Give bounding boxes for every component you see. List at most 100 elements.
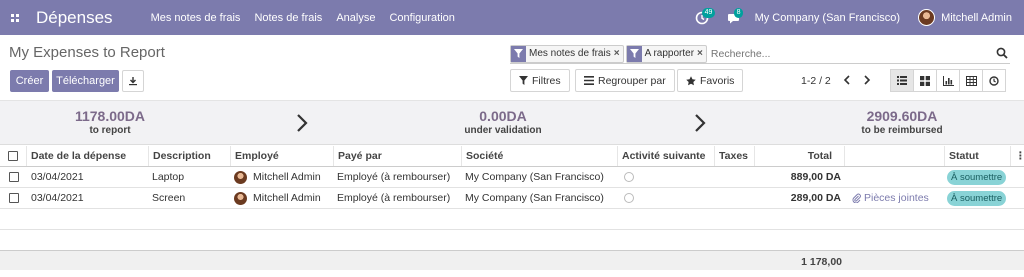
- list-icon: [897, 76, 907, 85]
- summary-to-be-reimbursed-amount: 2909.60DA: [866, 108, 938, 124]
- summary-under-validation-label: under validation: [464, 125, 542, 136]
- group-by-label: Regrouper par: [598, 74, 666, 87]
- avatar: [234, 191, 247, 205]
- table-row[interactable]: 03/04/2021 Laptop Mitchell Admin Employé…: [0, 167, 1024, 188]
- pager-next-button[interactable]: [858, 71, 876, 89]
- pivot-view-button[interactable]: [959, 69, 983, 92]
- filters-button[interactable]: Filtres: [510, 69, 570, 92]
- avatar: [234, 170, 247, 184]
- paperclip-icon: [852, 193, 861, 203]
- activity-view-button[interactable]: [982, 69, 1006, 92]
- row-checkbox[interactable]: [8, 172, 19, 182]
- expense-table: Date de la dépense Description Employé P…: [0, 146, 1024, 251]
- menu-expense-reports[interactable]: Notes de frais: [254, 12, 322, 24]
- menu-configuration[interactable]: Configuration: [389, 12, 454, 24]
- cell-company: My Company (San Francisco): [465, 171, 604, 183]
- search-facet-my-expenses[interactable]: Mes notes de frais ×: [510, 44, 624, 63]
- kanban-view-button[interactable]: [913, 69, 937, 92]
- empty-row: [0, 230, 1024, 251]
- summary-to-report-amount: 1178.00DA: [74, 108, 146, 124]
- create-button[interactable]: Créer: [10, 70, 49, 92]
- attachments-link[interactable]: Pièces jointes: [852, 188, 929, 208]
- user-avatar[interactable]: [918, 9, 936, 26]
- kanban-icon: [920, 75, 930, 86]
- messages-count-badge: 8: [733, 7, 744, 18]
- upload-button[interactable]: Télécharger: [52, 70, 119, 92]
- page-title: My Expenses to Report: [9, 44, 165, 61]
- column-header-company[interactable]: Société: [462, 146, 618, 166]
- column-header-date[interactable]: Date de la dépense: [27, 146, 149, 166]
- column-header-employee[interactable]: Employé: [231, 146, 334, 166]
- cell-activity: [624, 188, 634, 208]
- star-icon: [686, 75, 696, 85]
- cell-total: 889,00 DA: [790, 171, 841, 183]
- filters-label: Filtres: [532, 74, 561, 87]
- column-header-total[interactable]: Total: [755, 146, 845, 166]
- activity-count-badge: 49: [701, 7, 716, 18]
- cell-activity: [624, 167, 634, 187]
- column-header-taxes[interactable]: Taxes: [715, 146, 755, 166]
- apps-menu-icon[interactable]: [4, 0, 26, 35]
- filter-icon: [519, 76, 528, 85]
- chevron-left-icon: [843, 75, 850, 85]
- column-header-attachments: [845, 146, 945, 166]
- list-view-button[interactable]: [890, 69, 914, 92]
- column-header-next-activity[interactable]: Activité suivante: [618, 146, 715, 166]
- view-switcher: [890, 69, 1006, 92]
- top-navbar: Dépenses Mes notes de frais Notes de fra…: [0, 0, 1024, 35]
- bars-icon: [584, 76, 594, 85]
- download-button[interactable]: [122, 70, 144, 92]
- clock-icon: [989, 75, 999, 86]
- user-menu[interactable]: Mitchell Admin: [941, 12, 1012, 24]
- menu-reporting[interactable]: Analyse: [336, 12, 375, 24]
- column-header-paid-by[interactable]: Payé par: [334, 146, 462, 166]
- graph-view-button[interactable]: [936, 69, 960, 92]
- chevron-right-icon: [864, 75, 871, 85]
- facet-label: Mes notes de frais: [529, 48, 611, 59]
- summary-to-report-label: to report: [89, 125, 131, 136]
- close-icon[interactable]: ×: [614, 46, 623, 62]
- cell-employee-name: Mitchell Admin: [253, 192, 321, 204]
- cell-description: Screen: [152, 192, 186, 204]
- chevron-right-icon: [297, 114, 308, 132]
- cell-status: À soumettre: [947, 167, 1007, 187]
- activity-clock-icon[interactable]: [624, 172, 634, 182]
- status-badge: À soumettre: [947, 190, 1007, 206]
- bar-chart-icon: [942, 75, 954, 86]
- activity-clock-icon[interactable]: 49: [691, 7, 716, 28]
- search-input[interactable]: [708, 47, 1010, 60]
- search-bar: Mes notes de frais × A rapporter ×: [510, 44, 1010, 64]
- filter-icon: [626, 45, 642, 62]
- favorites-button[interactable]: Favoris: [677, 69, 744, 92]
- company-switcher[interactable]: My Company (San Francisco): [755, 12, 901, 24]
- activity-clock-icon[interactable]: [624, 193, 634, 203]
- close-icon[interactable]: ×: [697, 46, 706, 62]
- table-footer: 1 178,00: [0, 250, 1024, 270]
- cell-total: 289,00 DA: [790, 192, 841, 204]
- cell-employee: Mitchell Admin: [234, 188, 321, 208]
- messages-icon[interactable]: 8: [723, 7, 745, 28]
- optional-columns-icon[interactable]: ⋮: [1011, 146, 1024, 166]
- menu-my-expenses[interactable]: Mes notes de frais: [151, 12, 241, 24]
- empty-row: [0, 209, 1024, 230]
- download-icon: [129, 77, 137, 86]
- facet-label: A rapporter: [644, 48, 695, 59]
- column-header-description[interactable]: Description: [149, 146, 231, 166]
- select-all-cell: [0, 146, 27, 166]
- search-facet-to-report[interactable]: A rapporter ×: [625, 44, 707, 63]
- pager-value[interactable]: 1-2 / 2: [801, 75, 831, 87]
- app-brand[interactable]: Dépenses: [36, 8, 113, 28]
- attachments-label: Pièces jointes: [864, 192, 929, 204]
- table-row[interactable]: 03/04/2021 Screen Mitchell Admin Employé…: [0, 188, 1024, 209]
- select-all-checkbox[interactable]: [8, 151, 18, 161]
- column-header-status[interactable]: Statut: [945, 146, 1011, 166]
- summary-to-report: 1178.00DA to report: [35, 108, 185, 136]
- cell-status: À soumettre: [947, 188, 1007, 208]
- pager-previous-button[interactable]: [838, 71, 856, 89]
- search-icon[interactable]: [996, 47, 1008, 59]
- cell-paid-by: Employé (à rembourser): [337, 171, 451, 183]
- row-select-cell: [0, 188, 27, 208]
- group-by-button[interactable]: Regrouper par: [575, 69, 675, 92]
- row-checkbox[interactable]: [8, 193, 19, 203]
- table-header: Date de la dépense Description Employé P…: [0, 146, 1024, 167]
